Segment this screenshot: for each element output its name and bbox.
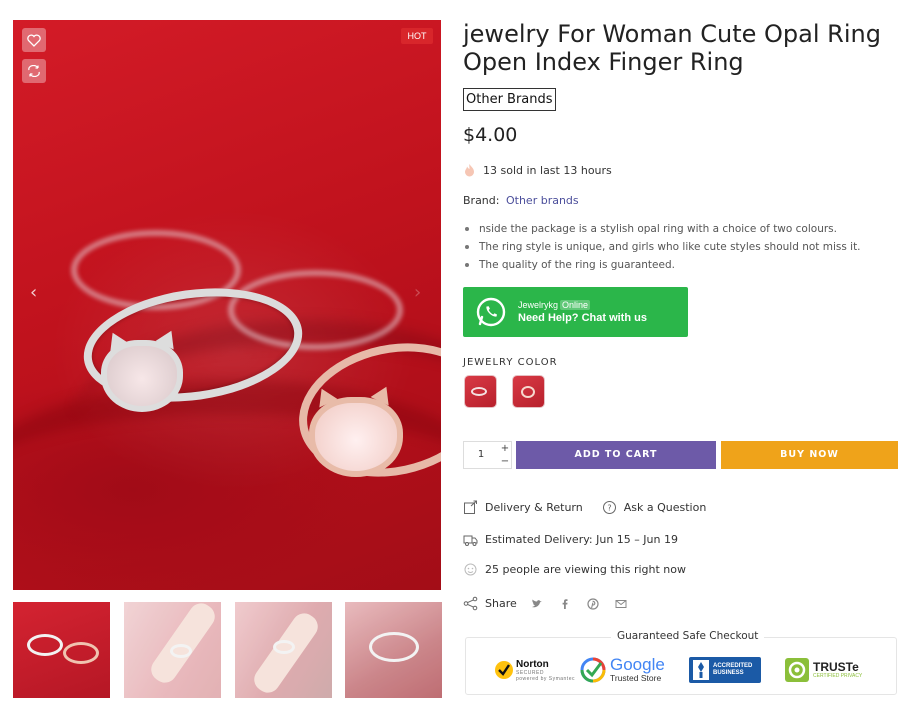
estimated-delivery-row: Estimated Delivery: Jun 15 – Jun 19 xyxy=(463,532,678,547)
norton-check-icon xyxy=(495,661,513,679)
quantity-minus-button[interactable]: − xyxy=(498,455,512,468)
google-word: Google xyxy=(610,655,665,674)
thumbnail[interactable] xyxy=(124,602,221,698)
color-swatch-silver[interactable] xyxy=(465,376,496,407)
delivery-return-icon xyxy=(464,500,477,514)
online-status: Online xyxy=(560,299,591,310)
thumb-ring xyxy=(170,644,192,658)
share-icon xyxy=(463,596,478,611)
truste-badge: TRUSTe CERTIFIED PRIVACY xyxy=(784,653,862,687)
color-label: JEWELRY COLOR xyxy=(463,357,558,368)
truck-icon xyxy=(463,535,478,546)
norton-powered: powered by Symantec xyxy=(516,675,575,682)
feature-item: The quality of the ring is guaranteed. xyxy=(463,258,861,276)
product-main-image[interactable] xyxy=(13,20,441,590)
viewers-row: 25 people are viewing this right now xyxy=(463,562,686,577)
viewers-text: 25 people are viewing this right now xyxy=(485,563,687,576)
product-title: jewelry For Woman Cute Opal Ring Open In… xyxy=(463,20,881,76)
thumb-ring xyxy=(273,640,295,654)
chevron-right-icon[interactable]: › xyxy=(414,282,421,303)
thumbnail[interactable] xyxy=(235,602,332,698)
bbb-line-1: ACCREDITED xyxy=(713,663,753,669)
quantity-input[interactable]: 1 xyxy=(464,442,498,468)
safe-checkout-box: Guaranteed Safe Checkout Norton SECURED … xyxy=(465,630,897,695)
whatsapp-icon xyxy=(476,297,506,327)
product-price: $4.00 xyxy=(463,124,518,146)
add-to-cart-button[interactable]: ADD TO CART xyxy=(516,441,716,469)
google-check-icon xyxy=(580,657,606,683)
eye-icon xyxy=(464,563,477,576)
thumb-ring xyxy=(369,632,419,662)
share-label: Share xyxy=(485,597,517,610)
sold-counter: 13 sold in last 13 hours xyxy=(463,163,612,177)
swatch-ring xyxy=(471,387,487,396)
safe-checkout-title: Guaranteed Safe Checkout xyxy=(611,630,765,642)
hot-badge: HOT xyxy=(401,28,433,44)
brand-link[interactable]: Other brands xyxy=(506,194,579,207)
question-icon: ? xyxy=(602,501,616,514)
bbb-accredited-badge: ACCREDITED BUSINESS xyxy=(689,657,761,683)
brand-label: Brand: xyxy=(463,194,500,207)
email-icon[interactable] xyxy=(615,598,627,610)
delivery-return-link[interactable]: Delivery & Return xyxy=(485,501,583,514)
feature-item: The ring style is unique, and girls who … xyxy=(463,240,861,258)
color-swatch-rose-gold[interactable] xyxy=(513,376,544,407)
twitter-icon[interactable] xyxy=(531,598,543,610)
brand-row: Brand: Other brands xyxy=(463,194,579,207)
quantity-plus-button[interactable]: + xyxy=(498,442,512,455)
ask-question-link[interactable]: ? Ask a Question xyxy=(602,500,707,515)
norton-badge: Norton SECURED powered by Symantec xyxy=(494,653,575,687)
truste-name: TRUSTe xyxy=(813,660,859,674)
pinterest-icon[interactable] xyxy=(587,597,599,610)
delivery-row: Delivery & Return ? Ask a Question xyxy=(463,500,706,515)
feature-list: nside the package is a stylish opal ring… xyxy=(463,222,861,276)
swatch-ring xyxy=(521,386,535,398)
buy-now-button[interactable]: BUY NOW xyxy=(721,441,898,469)
norton-name: Norton xyxy=(516,658,549,670)
chevron-left-icon[interactable]: ‹ xyxy=(30,282,37,303)
thumbnail[interactable] xyxy=(345,602,442,698)
thumbnail[interactable] xyxy=(13,602,110,698)
bbb-line-2: BUSINESS xyxy=(713,670,744,676)
bbb-badge: ACCREDITED BUSINESS xyxy=(689,653,761,687)
sold-text: 13 sold in last 13 hours xyxy=(483,163,612,177)
share-row: Share xyxy=(463,596,627,611)
google-trusted-store-badge: Google Trusted Store xyxy=(580,653,665,687)
heart-icon xyxy=(27,33,41,47)
rose-gold-cat-charm xyxy=(309,397,403,477)
thumbnail-strip xyxy=(13,602,442,698)
brand-box: Other Brands xyxy=(463,88,556,111)
wishlist-button[interactable] xyxy=(22,28,46,52)
compare-button[interactable] xyxy=(22,59,46,83)
share-icons xyxy=(531,597,627,610)
truste-sub: CERTIFIED PRIVACY xyxy=(813,673,863,679)
flame-icon xyxy=(465,164,474,177)
facebook-icon[interactable] xyxy=(559,598,571,610)
truste-logo-icon xyxy=(785,658,809,682)
google-sub: Trusted Store xyxy=(610,673,662,683)
silver-cat-charm xyxy=(101,340,183,412)
whatsapp-name: Jewelrykg xyxy=(518,299,559,310)
estimated-delivery-text: Estimated Delivery: Jun 15 – Jun 19 xyxy=(485,533,678,546)
whatsapp-chat-button[interactable]: Jewelrykg Online Need Help? Chat with us xyxy=(463,287,688,337)
quantity-stepper: 1 + − xyxy=(463,441,512,469)
compare-arrows-icon xyxy=(28,65,40,77)
thumb-ring xyxy=(27,634,63,656)
svg-text:?: ? xyxy=(607,504,611,513)
ask-question-text: Ask a Question xyxy=(623,501,707,514)
whatsapp-cta: Need Help? Chat with us xyxy=(518,311,647,324)
bbb-torch-icon xyxy=(693,660,709,680)
thumb-ring xyxy=(63,642,99,664)
feature-item: nside the package is a stylish opal ring… xyxy=(463,222,861,240)
